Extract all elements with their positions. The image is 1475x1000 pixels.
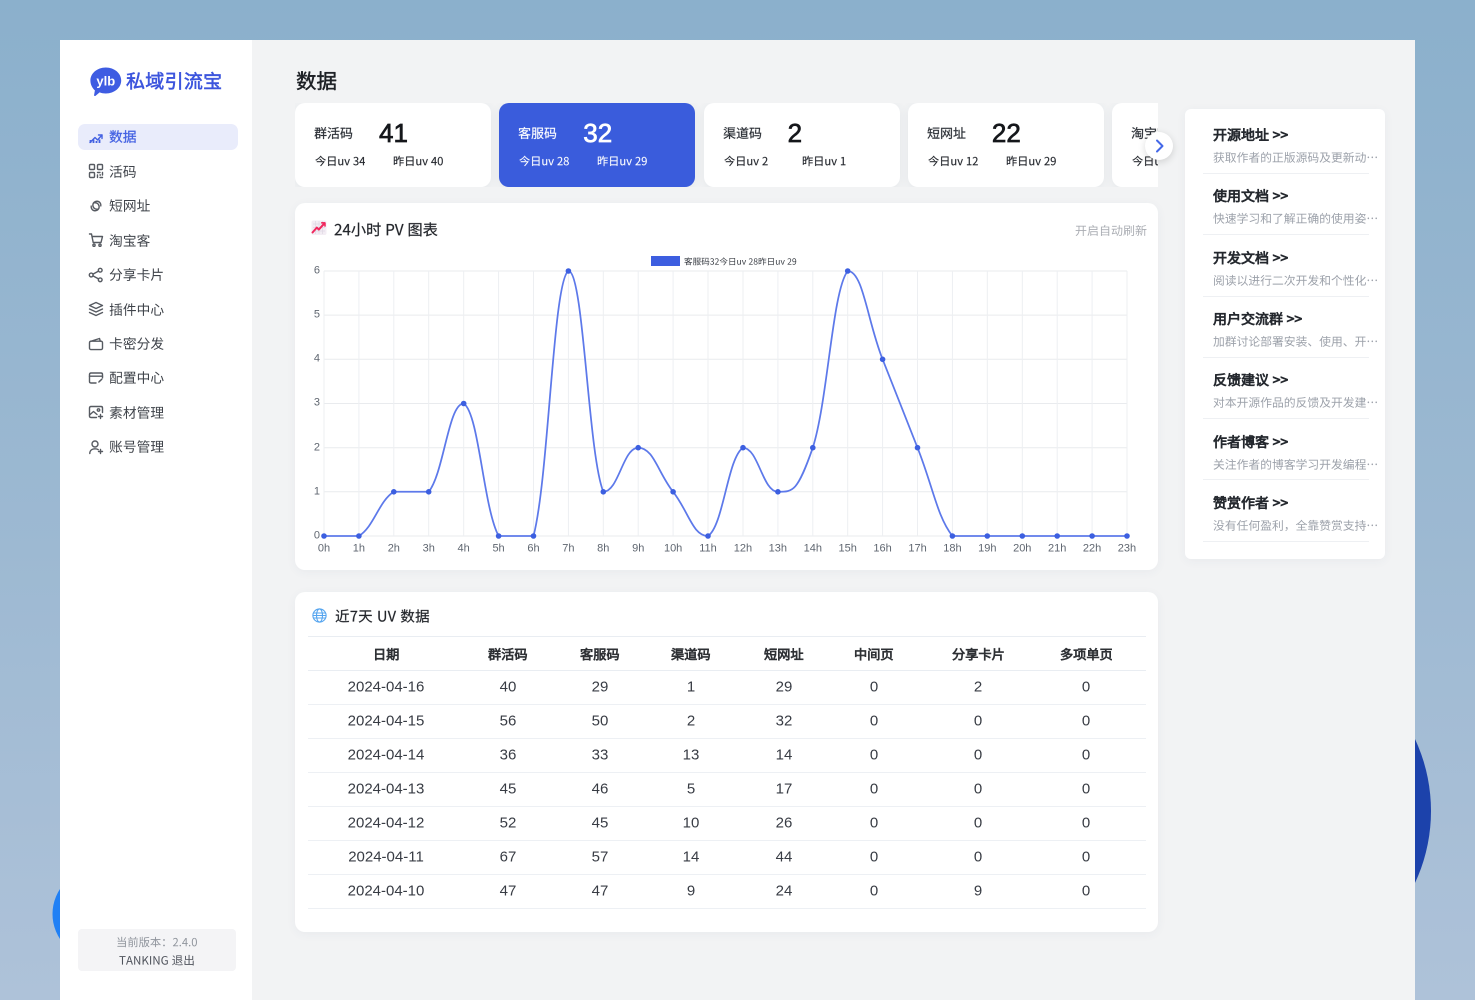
svg-text:ylb: ylb (96, 73, 115, 88)
